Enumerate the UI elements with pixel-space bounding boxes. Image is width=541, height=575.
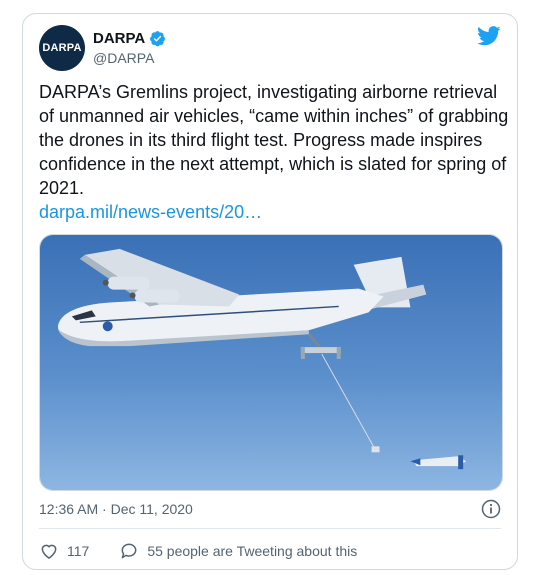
tweet-timestamp[interactable]: 12:36 AM · Dec 11, 2020 bbox=[39, 501, 193, 517]
tweet-body: DARPA’s Gremlins project, investigating … bbox=[39, 82, 509, 198]
tweet-card[interactable]: DARPA DARPA @DARPA DARPA’s Gremlins proj… bbox=[22, 13, 518, 570]
author-handle[interactable]: @DARPA bbox=[93, 50, 166, 66]
like-count: 117 bbox=[67, 543, 90, 559]
tweet-link[interactable]: darpa.mil/news-events/20… bbox=[39, 200, 509, 224]
divider bbox=[39, 528, 501, 529]
tweet-photo[interactable] bbox=[39, 234, 503, 491]
discussion-label: 55 people are Tweeting about this bbox=[147, 543, 358, 559]
verified-badge-icon bbox=[150, 31, 166, 47]
heart-icon bbox=[41, 544, 57, 559]
twitter-bird-icon[interactable] bbox=[477, 26, 501, 46]
speech-bubble-icon bbox=[121, 543, 137, 559]
tweet-actions: 117 55 people are Tweeting about this bbox=[39, 541, 357, 561]
discussion-button[interactable]: 55 people are Tweeting about this bbox=[119, 541, 357, 561]
like-button[interactable]: 117 bbox=[39, 541, 89, 561]
author-block[interactable]: DARPA @DARPA bbox=[93, 30, 166, 66]
author-name[interactable]: DARPA bbox=[93, 30, 145, 47]
tweet-text: DARPA’s Gremlins project, investigating … bbox=[39, 80, 509, 224]
avatar-logo-text: DARPA bbox=[42, 42, 82, 54]
info-icon[interactable] bbox=[481, 499, 501, 519]
avatar[interactable]: DARPA bbox=[39, 25, 85, 71]
aircraft-photo-image bbox=[40, 235, 502, 490]
